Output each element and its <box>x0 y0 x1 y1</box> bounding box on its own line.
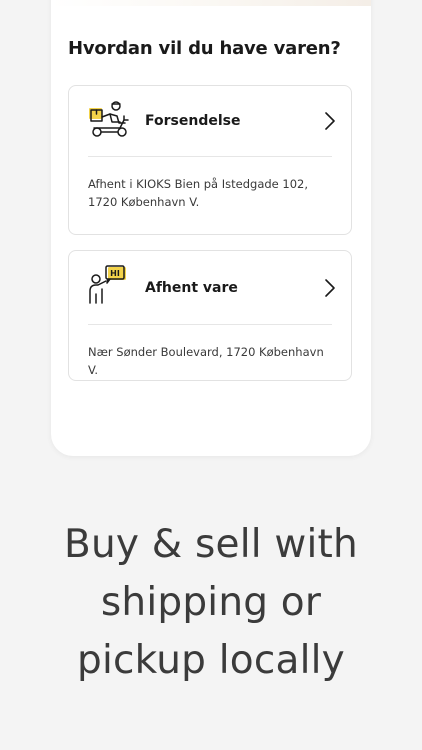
tagline-line-1: Buy & sell with <box>64 522 358 567</box>
tagline-line-3: pickup locally <box>77 638 345 683</box>
divider <box>88 156 332 157</box>
tagline-line-2: shipping or <box>100 580 322 625</box>
chevron-right-icon[interactable] <box>323 278 337 298</box>
pickup-option-card[interactable]: HI Afhent vare Nær Sønder Boulevard, 172… <box>68 250 352 381</box>
person-speech-hi-icon: HI <box>89 265 126 304</box>
shipping-option-detail: Afhent i KIOKS Bien på Istedgade 102, 17… <box>88 177 309 209</box>
pickup-option-detail: Nær Sønder Boulevard, 1720 København V. <box>88 345 324 377</box>
speech-bubble-text: HI <box>110 269 120 278</box>
promo-tagline: Buy & sell with shipping or pickup local… <box>0 516 422 690</box>
divider <box>88 324 332 325</box>
phone-card: Hvordan vil du have varen? Forsendelse A… <box>51 0 371 456</box>
pickup-option-header[interactable]: HI Afhent vare <box>69 251 351 325</box>
chevron-right-icon[interactable] <box>323 111 337 131</box>
pickup-option-title: Afhent vare <box>145 280 238 296</box>
shipping-option-title: Forsendelse <box>145 113 241 129</box>
delivery-scooter-icon <box>89 101 129 137</box>
page-title: Hvordan vil du have varen? <box>68 38 341 59</box>
top-image-strip <box>51 0 371 6</box>
shipping-option-header[interactable]: Forsendelse <box>69 86 351 156</box>
shipping-option-card[interactable]: Forsendelse Afhent i KIOKS Bien på Isted… <box>68 85 352 235</box>
